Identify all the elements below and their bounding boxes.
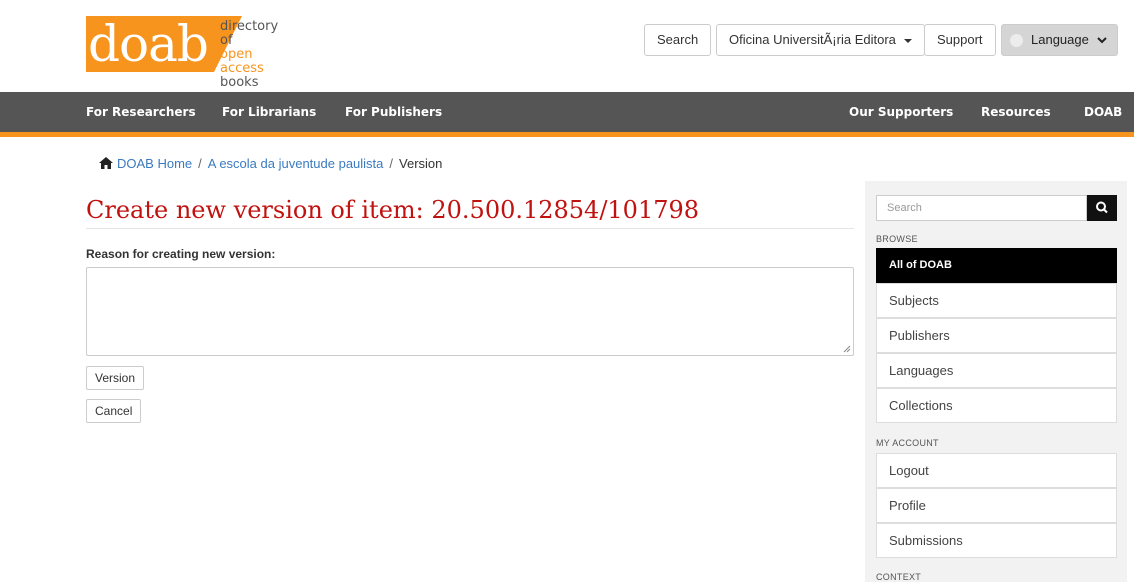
support-button[interactable]: Support [924, 24, 996, 56]
home-icon [99, 157, 113, 169]
language-dropdown[interactable]: Language [1001, 24, 1118, 56]
sidebar-search-placeholder: Search [887, 202, 922, 214]
browse-heading: BROWSE [876, 234, 918, 244]
sidebar-search-button[interactable] [1087, 195, 1117, 221]
sidebar-item-subjects[interactable]: Subjects [876, 283, 1117, 318]
sidebar-item-logout[interactable]: Logout [876, 453, 1117, 488]
sidebar-item-profile[interactable]: Profile [876, 488, 1117, 523]
support-label: Support [937, 32, 983, 47]
doab-logo[interactable]: doab directory of open access books [86, 8, 286, 90]
page-title: Create new version of item: 20.500.12854… [86, 196, 700, 224]
nav-doab[interactable]: DOAB [1084, 92, 1122, 132]
breadcrumb-item-link[interactable]: A escola da juventude paulista [208, 156, 384, 171]
breadcrumb-separator: / [198, 156, 202, 171]
nav-our-supporters[interactable]: Our Supporters [849, 92, 953, 132]
breadcrumb-home-link[interactable]: DOAB Home [117, 156, 192, 171]
breadcrumb-current: Version [399, 156, 443, 171]
cancel-button-label: Cancel [95, 404, 133, 418]
nav-for-librarians[interactable]: For Librarians [222, 92, 316, 132]
sidebar-item-collections[interactable]: Collections [876, 388, 1117, 423]
title-divider [86, 228, 854, 229]
nav-for-researchers[interactable]: For Researchers [86, 92, 196, 132]
logo-word: doab [88, 15, 209, 73]
publisher-dropdown-label: Oficina UniversitÃ¡ria Editora [729, 32, 896, 47]
reason-label: Reason for creating new version: [86, 247, 276, 261]
language-label: Language [1031, 32, 1089, 47]
cancel-button[interactable]: Cancel [86, 399, 142, 423]
version-button-label: Version [95, 371, 136, 385]
header-search-button[interactable]: Search [644, 24, 712, 56]
publisher-dropdown[interactable]: Oficina UniversitÃ¡ria Editora [716, 24, 925, 56]
context-heading: CONTEXT [876, 572, 922, 582]
header-search-label: Search [657, 32, 699, 47]
reason-textarea[interactable] [86, 267, 854, 356]
main-navbar: For Researchers For Librarians For Publi… [0, 92, 1134, 137]
globe-icon [1010, 34, 1023, 48]
search-icon [1096, 201, 1108, 214]
sidebar-item-languages[interactable]: Languages [876, 353, 1117, 388]
logo-tagline-line2: open access [220, 47, 264, 76]
breadcrumb: DOAB Home / A escola da juventude paulista… [99, 156, 442, 171]
logo-tagline-line3: books [220, 75, 259, 90]
sidebar-search-input[interactable]: Search [876, 195, 1087, 221]
version-button[interactable]: Version [86, 366, 145, 390]
sidebar-item-publishers[interactable]: Publishers [876, 318, 1117, 353]
caret-down-icon [903, 38, 912, 43]
site-header: doab directory of open access books Sear… [0, 0, 1134, 92]
resize-grip-icon[interactable] [843, 345, 851, 353]
nav-resources[interactable]: Resources [981, 92, 1051, 132]
logo-tagline: directory of open access books [220, 20, 286, 90]
logo-tagline-line1: directory of [220, 19, 279, 48]
sidebar-item-submissions[interactable]: Submissions [876, 523, 1117, 558]
chevron-down-icon [1097, 26, 1107, 56]
my-account-heading: MY ACCOUNT [876, 438, 939, 448]
sidebar-item-all-of-doab[interactable]: All of DOAB [876, 248, 1117, 283]
nav-for-publishers[interactable]: For Publishers [345, 92, 442, 132]
breadcrumb-separator: / [389, 156, 394, 171]
